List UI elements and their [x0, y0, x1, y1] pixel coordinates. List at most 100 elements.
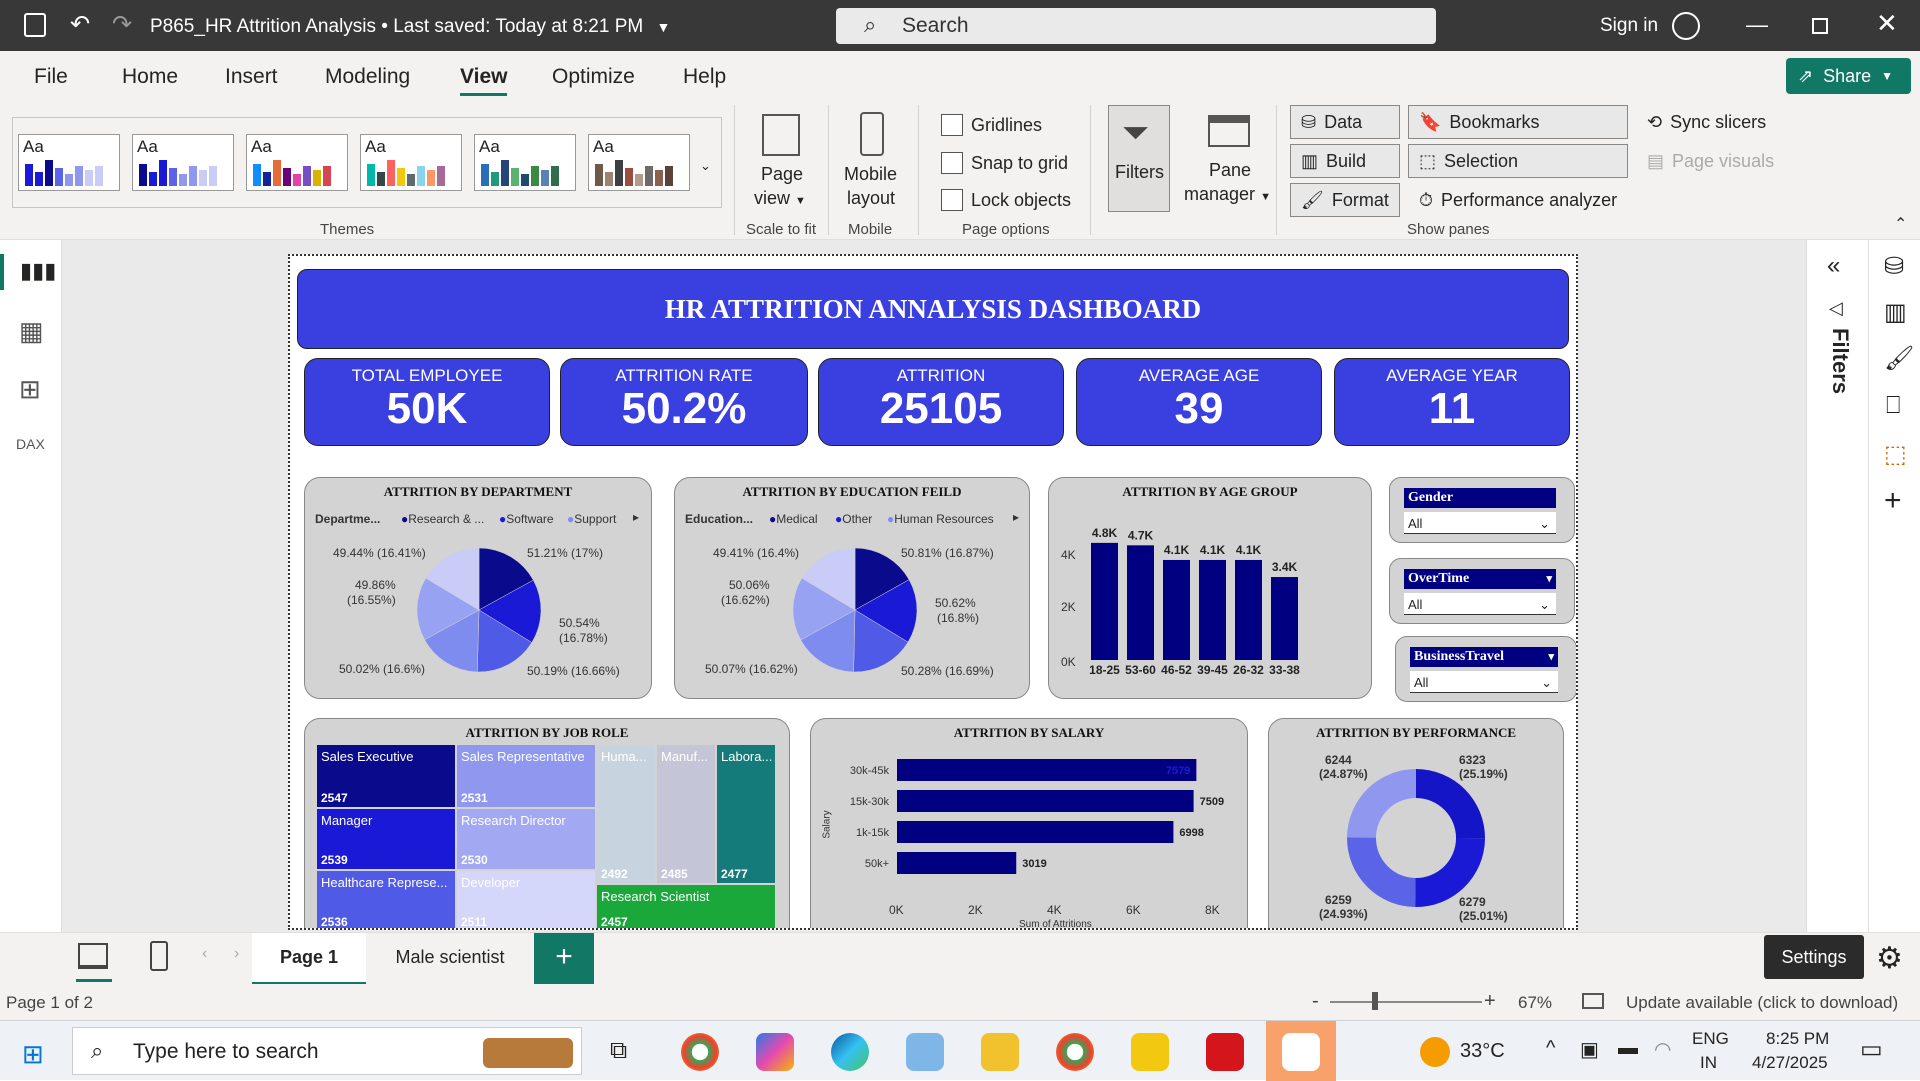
treemap-tile[interactable]: Labora... 2477 — [717, 745, 775, 883]
windows-start-icon[interactable]: ⊞ — [22, 1039, 44, 1070]
gridlines-checkbox[interactable] — [941, 114, 963, 136]
age-bar[interactable] — [1163, 559, 1190, 660]
treemap-tile[interactable]: Research Director 2530 — [457, 809, 595, 869]
prev-page-icon[interactable]: ‹ — [202, 945, 207, 963]
theme-swatch[interactable]: Aa — [132, 134, 234, 191]
lock-label[interactable]: Lock objects — [971, 190, 1071, 211]
filters-pane-collapsed[interactable]: « ◁ Filters — [1806, 240, 1868, 940]
tray-app-icon[interactable]: ▣ — [1580, 1037, 1599, 1062]
filters-button[interactable]: ⏷ Filters — [1108, 105, 1170, 212]
legend-item[interactable]: ●Human Resources — [887, 512, 994, 526]
chrome-icon[interactable] — [681, 1033, 719, 1071]
kpi-card-average-year[interactable]: AVERAGE YEAR 11 — [1334, 358, 1570, 446]
legend-item[interactable]: ●Research & ... — [401, 512, 484, 526]
clock-date[interactable]: 4/27/2025 — [1752, 1053, 1828, 1073]
table-view-icon[interactable]: ▦ — [19, 316, 44, 347]
age-bar[interactable] — [1091, 542, 1118, 660]
collapse-ribbon-icon[interactable]: ⌃ — [1894, 214, 1907, 234]
weather-icon[interactable] — [1420, 1037, 1450, 1067]
sign-in-link[interactable]: Sign in — [1600, 15, 1658, 37]
dax-query-icon[interactable]: DAX — [16, 436, 45, 452]
age-bar[interactable] — [1271, 577, 1298, 660]
gallery-expand-icon[interactable]: ⌄ — [700, 158, 711, 174]
notification-icon[interactable]: ▭ — [1860, 1035, 1883, 1064]
save-icon[interactable] — [24, 13, 46, 37]
treemap-tile[interactable]: Manuf... 2485 — [657, 745, 715, 883]
desktop-view-icon[interactable] — [78, 943, 108, 969]
kpi-card-average-age[interactable]: AVERAGE AGE 39 — [1076, 358, 1322, 446]
age-bar[interactable] — [1127, 545, 1154, 660]
zoom-slider-thumb[interactable] — [1372, 992, 1378, 1010]
menu-help[interactable]: Help — [683, 65, 726, 89]
chrome-profile-icon[interactable] — [1056, 1033, 1094, 1071]
overtime-dropdown[interactable]: All ⌄ — [1404, 593, 1556, 615]
legend-next-icon[interactable]: ▸ — [1013, 510, 1019, 524]
battery-icon[interactable]: ▬ — [1618, 1037, 1638, 1060]
language[interactable]: ENG — [1692, 1029, 1729, 1049]
wifi-icon[interactable]: ◠ — [1654, 1037, 1671, 1062]
close-icon[interactable]: ✕ — [1876, 8, 1898, 39]
business-travel-dropdown[interactable]: All ⌄ — [1410, 671, 1558, 693]
snap-label[interactable]: Snap to grid — [971, 153, 1068, 174]
mobile-layout-icon[interactable] — [860, 112, 884, 156]
treemap-tile[interactable]: Manager 2539 — [317, 809, 455, 869]
pane-label1[interactable]: Pane — [1209, 160, 1251, 181]
pane-manager-button[interactable]: manager ▼ — [1184, 184, 1271, 205]
page-view-label[interactable]: Page — [761, 164, 803, 185]
mobile-view-icon[interactable] — [150, 941, 168, 971]
performance-donut-panel[interactable]: ATTRITION BY PERFORMANCE 6244 (24.87%) 6… — [1268, 718, 1564, 928]
data-pane-button[interactable]: ⛁ Data — [1290, 105, 1400, 139]
selection-pane-button[interactable]: ⬚ Selection — [1408, 144, 1628, 178]
jobrole-treemap-panel[interactable]: ATTRITION BY JOB ROLE Sales Executive 254… — [304, 718, 790, 928]
acrobat-icon[interactable] — [1206, 1033, 1244, 1071]
treemap-tile[interactable]: Sales Representative 2531 — [457, 745, 595, 807]
menu-file[interactable]: File — [34, 65, 68, 89]
theme-swatch[interactable]: Aa — [474, 134, 576, 191]
zoom-slider[interactable] — [1330, 1001, 1482, 1003]
gridlines-label[interactable]: Gridlines — [971, 115, 1042, 136]
file-explorer-icon[interactable] — [981, 1033, 1019, 1071]
restore-icon[interactable] — [1812, 18, 1828, 34]
expand-pane-icon[interactable]: « — [1827, 252, 1840, 280]
gender-dropdown[interactable]: All ⌄ — [1404, 512, 1556, 534]
treemap-tile[interactable]: Huma... 2492 — [597, 745, 655, 883]
kpi-card-total-employee[interactable]: TOTAL EMPLOYEE 50K — [304, 358, 550, 446]
mobile-label1[interactable]: Mobile — [844, 164, 897, 185]
computer-icon[interactable] — [906, 1033, 944, 1071]
slack-icon[interactable] — [1282, 1033, 1320, 1071]
legend-next-icon[interactable]: ▸ — [633, 510, 639, 524]
add-page-button[interactable]: + — [534, 933, 594, 985]
legend-item[interactable]: ●Support — [567, 512, 616, 526]
gear-icon[interactable]: ⚙ — [1876, 941, 1903, 976]
zoom-in-icon[interactable]: + — [1484, 990, 1496, 1013]
age-bar-panel[interactable]: ATTRITION BY AGE GROUP 4K 2K 0K 4.8K 18-2… — [1048, 477, 1372, 699]
dept-pie-panel[interactable]: ATTRITION BY DEPARTMENT Departme... ●Res… — [304, 477, 652, 699]
overtime-slicer[interactable]: OverTime ▾ All ⌄ — [1389, 558, 1575, 624]
page-view-icon[interactable] — [762, 114, 800, 156]
menu-insert[interactable]: Insert — [225, 65, 278, 89]
menu-home[interactable]: Home — [122, 65, 178, 89]
salary-bar[interactable] — [897, 852, 1017, 874]
age-bar[interactable] — [1199, 559, 1226, 660]
account-icon[interactable] — [1672, 12, 1700, 40]
tab-page-1[interactable]: Page 1 — [252, 933, 366, 985]
minimize-icon[interactable]: — — [1746, 12, 1768, 38]
next-page-icon[interactable]: › — [234, 945, 239, 963]
power-bi-icon[interactable] — [1131, 1033, 1169, 1071]
treemap-tile[interactable]: Healthcare Represe... 2536 — [317, 871, 455, 928]
kpi-card-attrition[interactable]: ATTRITION 25105 — [818, 358, 1064, 446]
document-title[interactable]: P865_HR Attrition Analysis • Last saved:… — [150, 16, 670, 38]
page-view-button[interactable]: view ▼ — [754, 188, 806, 209]
legend-item[interactable]: ●Medical — [769, 512, 818, 526]
performance-analyzer-button[interactable]: ⏱ Performance analyzer — [1408, 183, 1628, 217]
edu-pie-panel[interactable]: ATTRITION BY EDUCATION FEILD Education..… — [674, 477, 1030, 699]
treemap-tile[interactable]: Sales Executive 2547 — [317, 745, 455, 807]
update-notice[interactable]: Update available (click to download) — [1626, 993, 1898, 1013]
sync-slicers-button[interactable]: ⟲ Sync slicers — [1636, 105, 1806, 139]
edge-icon[interactable] — [831, 1033, 869, 1071]
salary-bar-panel[interactable]: ATTRITION BY SALARY Salary 30k-45k 7579 15… — [810, 718, 1248, 928]
temperature[interactable]: 33°C — [1460, 1040, 1505, 1063]
menu-modeling[interactable]: Modeling — [325, 65, 410, 89]
copilot-icon[interactable] — [756, 1033, 794, 1071]
fit-page-icon[interactable] — [1582, 993, 1604, 1009]
